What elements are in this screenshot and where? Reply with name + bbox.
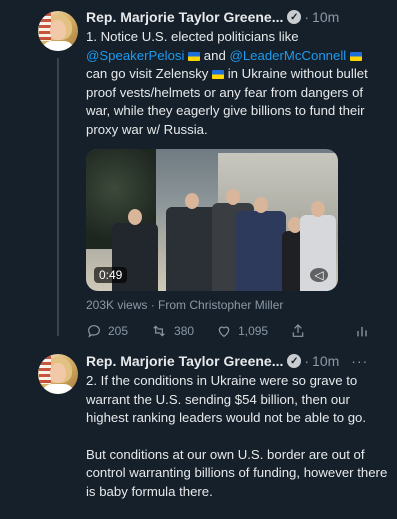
text-segment: 1. Notice U.S. elected politicians like [86, 29, 299, 44]
verified-badge-icon: ✓ [287, 10, 302, 24]
avatar-column [38, 11, 78, 51]
mute-icon[interactable]: ◁ [310, 268, 328, 282]
analytics-icon [357, 327, 367, 337]
avatar-face [50, 363, 66, 383]
tweet-text: 1. Notice U.S. elected politicians like … [86, 28, 389, 139]
retweet-count: 380 [174, 324, 195, 338]
separator-dot: · [304, 9, 310, 25]
ukraine-flag-icon [188, 51, 201, 61]
author-name[interactable]: Rep. Marjorie Taylor Greene... [86, 353, 283, 369]
heart-icon [218, 326, 230, 338]
author-name[interactable]: Rep. Marjorie Taylor Greene... [86, 9, 283, 25]
reply-button[interactable]: 205 [86, 323, 128, 339]
avatar-face [50, 20, 66, 40]
video-person [236, 197, 286, 291]
avatar-shirt [42, 384, 74, 394]
avatar[interactable] [38, 11, 78, 51]
tweet-1[interactable]: Rep. Marjorie Taylor Greene... ✓ · 10m 1… [0, 0, 397, 339]
timestamp[interactable]: 10m [312, 353, 339, 369]
timestamp[interactable]: 10m [312, 9, 339, 25]
separator-dot: · [304, 353, 310, 369]
like-button[interactable]: 1,095 [216, 323, 268, 339]
like-count: 1,095 [238, 324, 269, 338]
avatar-column [38, 354, 78, 394]
tweet-2[interactable]: Rep. Marjorie Taylor Greene... ✓ · 10m ·… [0, 344, 397, 519]
tweet-text: 2. If the conditions in Ukraine were so … [86, 372, 397, 501]
thread-line [57, 58, 59, 336]
text-segment: can go visit Zelensky [86, 66, 213, 81]
tweet-header: Rep. Marjorie Taylor Greene... ✓ · 10m ·… [86, 352, 397, 370]
video-person [166, 193, 218, 291]
avatar[interactable] [38, 354, 78, 394]
analytics-button[interactable] [354, 323, 376, 339]
tweet-actions: 205 380 1,095 [86, 323, 389, 339]
share-button[interactable] [290, 323, 312, 339]
video-player[interactable]: 0:49 ◁ [86, 149, 338, 291]
retweet-button[interactable]: 380 [150, 323, 194, 339]
text-segment: and [200, 47, 230, 63]
verified-badge-icon: ✓ [287, 354, 302, 368]
reply-icon [88, 325, 100, 338]
video-duration: 0:49 [94, 267, 128, 283]
share-icon [292, 324, 304, 337]
avatar-shirt [42, 41, 74, 51]
tweet-content: Rep. Marjorie Taylor Greene... ✓ · 10m ·… [86, 352, 397, 501]
tweet-paragraph: But conditions at our own U.S. border ar… [86, 446, 388, 499]
ukraine-flag-icon [212, 70, 225, 79]
video-views-attribution: 203K views · From Christopher Miller [86, 298, 284, 312]
tweet-header: Rep. Marjorie Taylor Greene... ✓ · 10m [86, 8, 389, 26]
tweet-content: Rep. Marjorie Taylor Greene... ✓ · 10m 1… [86, 8, 389, 339]
reply-count: 205 [108, 324, 129, 338]
more-options-icon[interactable]: ··· [351, 353, 368, 369]
ukraine-flag-icon [349, 51, 362, 61]
tweet-paragraph: 2. If the conditions in Ukraine were so … [86, 373, 367, 425]
mention-link-leadermcconnell[interactable]: @LeaderMcConnell [229, 48, 346, 63]
retweet-icon [153, 325, 165, 337]
mention-link-speakerpelosi[interactable]: @SpeakerPelosi [86, 48, 184, 63]
